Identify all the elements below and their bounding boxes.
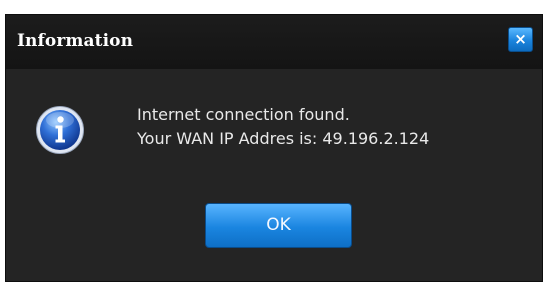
dialog-titlebar[interactable]: Information × [6,15,542,69]
close-icon: × [514,30,527,48]
information-dialog: Information × Internet connection found.… [5,14,543,282]
message-line-wan-ip: Your WAN IP Addres is: 49.196.2.124 [137,129,430,148]
dialog-message: Internet connection found. Your WAN IP A… [137,103,429,151]
dialog-body: Internet connection found. Your WAN IP A… [6,69,542,281]
dialog-title: Information [17,31,134,51]
info-icon [36,106,84,154]
close-button[interactable]: × [508,27,533,52]
message-line-connection: Internet connection found. [137,105,350,124]
ok-button[interactable]: OK [205,203,352,248]
